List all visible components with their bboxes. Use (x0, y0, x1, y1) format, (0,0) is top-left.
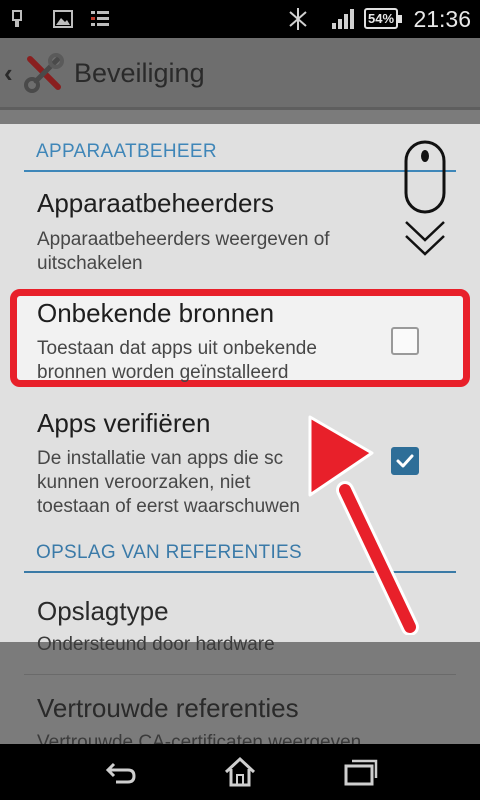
item-subtitle-line: Apparaatbeheerders weergeven of (37, 229, 330, 250)
navigation-bar (0, 744, 480, 800)
battery-indicator: 54% (364, 8, 402, 29)
divider (24, 674, 456, 675)
clock: 21:36 (413, 6, 471, 32)
item-subtitle-line: uitschakelen (37, 253, 143, 274)
home-nav-icon[interactable] (220, 754, 260, 790)
item-title: Apps verifiëren (37, 408, 211, 438)
checklist-icon (91, 11, 109, 26)
item-subtitle-line: De installatie van apps die sc (37, 448, 284, 469)
red-arrow-icon (308, 415, 419, 635)
signal-icon (332, 9, 354, 29)
bluetooth-icon (289, 8, 307, 30)
page-title: Beveiliging (74, 58, 205, 88)
usb-icon (12, 10, 22, 27)
item-subtitle-line: bronnen worden geïnstalleerd (37, 362, 289, 383)
tools-icon[interactable] (22, 51, 66, 95)
unknown-sources-checkbox[interactable] (391, 327, 419, 355)
chevron-left-icon[interactable]: ‹ (4, 60, 13, 86)
section-header-device-admin: APPARAATBEHEER (24, 132, 456, 172)
item-subtitle-line: toestaan of eerst waarschuwen (37, 496, 300, 517)
item-title: Apparaatbeheerders (37, 188, 275, 218)
image-icon (53, 10, 73, 28)
item-subtitle-line: Ondersteund door hardware (37, 634, 275, 655)
item-subtitle-line: Toestaan dat apps uit onbekende (37, 338, 317, 359)
item-title: Onbekende bronnen (37, 298, 275, 328)
item-subtitle-line: kunnen veroorzaken, niet (37, 472, 251, 493)
status-bar: 54% 21:36 (0, 0, 480, 38)
mouse-scroll-down-icon (404, 140, 446, 256)
recents-nav-icon[interactable] (340, 754, 380, 790)
action-bar: ‹ Beveiliging (0, 38, 480, 110)
item-title: Vertrouwde referenties (37, 693, 299, 723)
item-title: Opslagtype (37, 596, 169, 626)
back-nav-icon[interactable] (100, 754, 140, 790)
